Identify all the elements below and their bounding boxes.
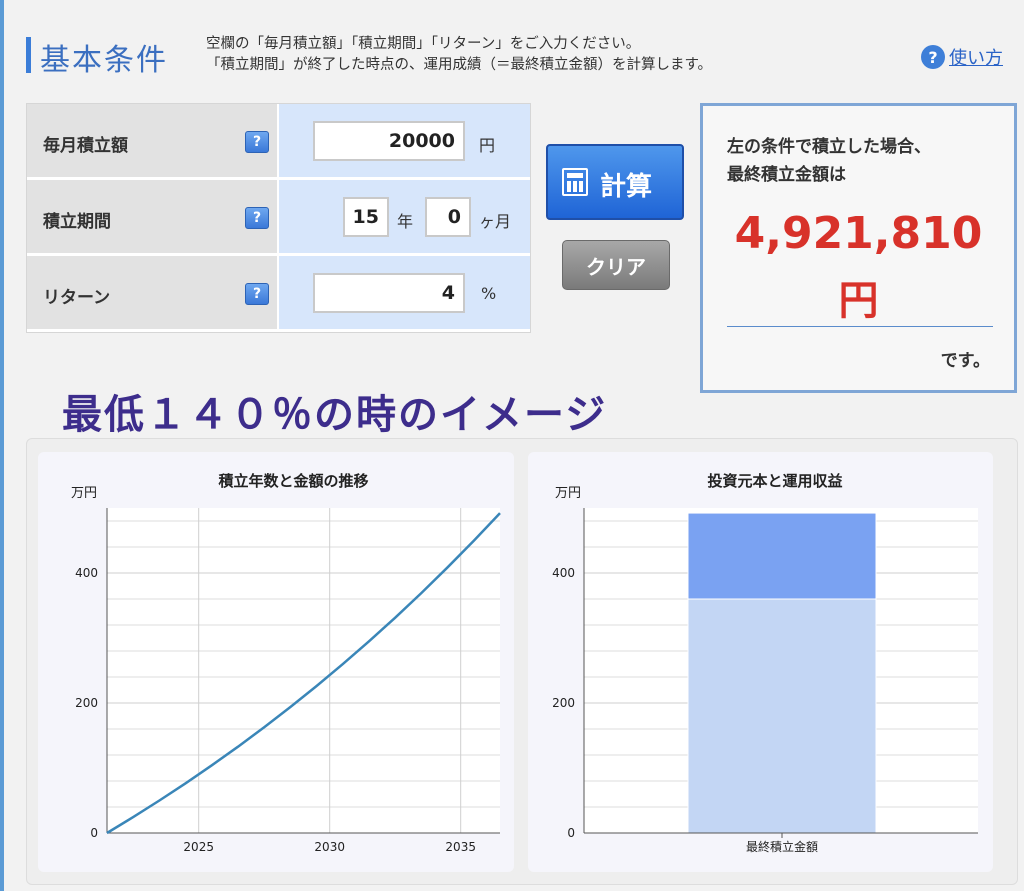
line-chart-x-tick-label: 2035 — [445, 840, 476, 854]
line-chart-x-tick-label: 2025 — [183, 840, 214, 854]
bar-chart-y-tick-label: 0 — [567, 826, 575, 840]
line-chart-title: 積立年数と金額の推移 — [217, 472, 368, 490]
charts-svg: 0 200 400 2025 2030 2035 積立年数と金額の推移万円 0 200 400 最終… — [71, 472, 978, 854]
bar-chart-y-tick-label: 200 — [552, 696, 575, 710]
bar-chart-title: 投資元本と運用収益 — [707, 472, 842, 490]
bar-chart-bar-profit — [687, 512, 877, 600]
line-chart-plot-bg — [107, 508, 500, 833]
bar-chart-category-label: 最終積立金額 — [746, 839, 818, 854]
line-chart-y-unit: 万円 — [71, 486, 97, 501]
bar-chart-bar-principal — [687, 598, 877, 834]
bar-chart-y-unit: 万円 — [555, 486, 581, 501]
line-chart-x-tick-label: 2030 — [314, 840, 345, 854]
line-chart-y-tick-label: 0 — [90, 826, 98, 840]
line-chart-y-tick-label: 200 — [75, 696, 98, 710]
bar-chart-y-tick-label: 400 — [552, 566, 575, 580]
line-chart-y-tick-label: 400 — [75, 566, 98, 580]
